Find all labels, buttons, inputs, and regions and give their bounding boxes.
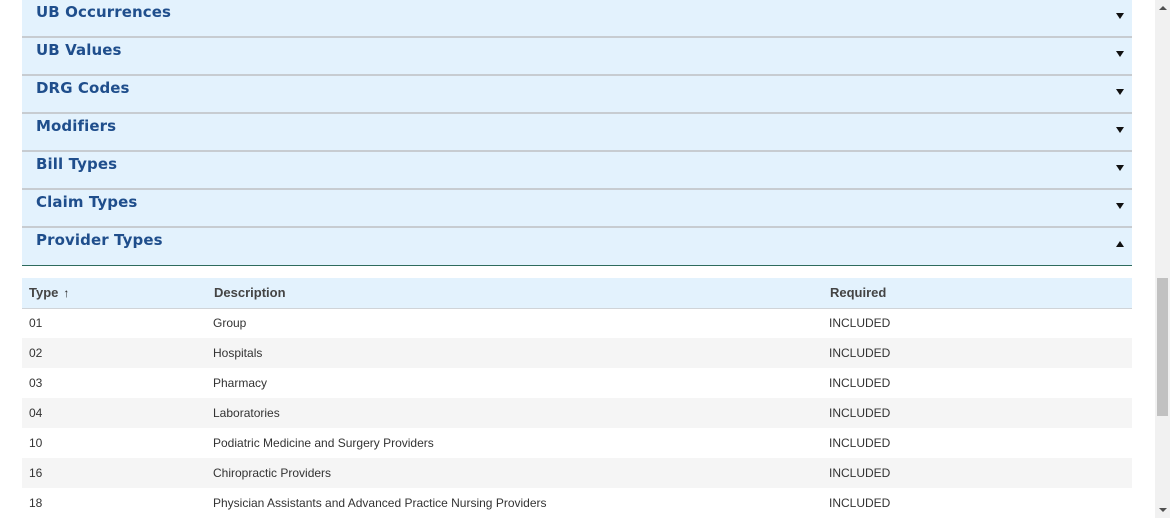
cell-description: Chiropractic Providers [213, 466, 332, 480]
cell-required: INCLUDED [829, 496, 891, 510]
accordion-title: Modifiers [36, 117, 117, 135]
column-header-label: Required [830, 285, 887, 301]
cell-description: Laboratories [213, 406, 280, 420]
cell-type: 01 [29, 316, 43, 331]
chevron-down-icon[interactable] [1116, 89, 1124, 95]
chevron-down-icon[interactable] [1116, 203, 1124, 209]
cell-required: INCLUDED [829, 346, 891, 360]
accordion-title: Bill Types [36, 155, 118, 173]
sort-ascending-icon[interactable]: ↑ [63, 286, 69, 300]
cell-type: 16 [29, 466, 43, 480]
column-header-type[interactable]: Type ↑ [22, 278, 207, 308]
table-row[interactable]: 02 Hospitals INCLUDED [22, 338, 1132, 368]
scroll-up-arrow-icon[interactable] [1159, 6, 1167, 10]
accordion-bill-types[interactable]: Bill Types [22, 152, 1132, 190]
table-row[interactable]: 10 Podiatric Medicine and Surgery Provid… [22, 428, 1132, 458]
cell-type: 10 [29, 436, 43, 450]
accordion-modifiers[interactable]: Modifiers [22, 114, 1132, 152]
cell-required: INCLUDED [829, 406, 891, 420]
cell-required: INCLUDED [829, 316, 891, 331]
table-row[interactable]: 01 Group INCLUDED [22, 308, 1132, 338]
accordion-title: UB Values [36, 41, 122, 59]
cell-description: Pharmacy [213, 376, 268, 390]
provider-types-table-wrap: Type ↑ Description Required 01 Group INCL… [22, 278, 1132, 518]
content-panel: UB Occurrences UB Values DRG Codes Modif… [22, 0, 1132, 518]
vertical-scrollbar[interactable] [1155, 0, 1170, 518]
scroll-down-arrow-icon[interactable] [1159, 508, 1167, 512]
accordion-provider-types[interactable]: Provider Types [22, 228, 1132, 266]
table-header-row: Type ↑ Description Required [22, 278, 1132, 308]
accordion-title: Claim Types [36, 193, 138, 211]
accordion-ub-occurrences[interactable]: UB Occurrences [22, 0, 1132, 38]
cell-type: 18 [29, 496, 43, 510]
cell-description: Hospitals [213, 346, 263, 360]
cell-required: INCLUDED [829, 376, 891, 390]
page: UB Occurrences UB Values DRG Codes Modif… [0, 0, 1170, 518]
chevron-down-icon[interactable] [1116, 165, 1124, 171]
scrollbar-thumb[interactable] [1157, 278, 1168, 416]
chevron-down-icon[interactable] [1116, 127, 1124, 133]
provider-types-table: Type ↑ Description Required 01 Group INCL… [22, 278, 1132, 518]
accordion-title: Provider Types [36, 231, 163, 249]
cell-description: Physician Assistants and Advanced Practi… [213, 496, 547, 510]
chevron-down-icon[interactable] [1116, 51, 1124, 57]
chevron-up-icon[interactable] [1116, 241, 1124, 247]
accordion-ub-values[interactable]: UB Values [22, 38, 1132, 76]
cell-type: 02 [29, 346, 43, 360]
column-header-description[interactable]: Description [207, 278, 822, 308]
cell-type: 03 [29, 376, 43, 390]
table-row[interactable]: 03 Pharmacy INCLUDED [22, 368, 1132, 398]
column-header-label: Type [29, 285, 59, 301]
cell-description: Podiatric Medicine and Surgery Providers [213, 436, 434, 450]
cell-required: INCLUDED [829, 436, 891, 450]
table-row[interactable]: 18 Physician Assistants and Advanced Pra… [22, 488, 1132, 518]
table-row[interactable]: 16 Chiropractic Providers INCLUDED [22, 458, 1132, 488]
table-row[interactable]: 04 Laboratories INCLUDED [22, 398, 1132, 428]
cell-description: Group [213, 316, 247, 331]
accordion-claim-types[interactable]: Claim Types [22, 190, 1132, 228]
cell-type: 04 [29, 406, 43, 420]
accordion-title: DRG Codes [36, 79, 130, 97]
column-header-label: Description [214, 285, 286, 301]
chevron-down-icon[interactable] [1116, 13, 1124, 19]
column-header-required[interactable]: Required [822, 278, 1132, 308]
accordion-title: UB Occurrences [36, 3, 172, 21]
cell-required: INCLUDED [829, 466, 891, 480]
accordion-drg-codes[interactable]: DRG Codes [22, 76, 1132, 114]
